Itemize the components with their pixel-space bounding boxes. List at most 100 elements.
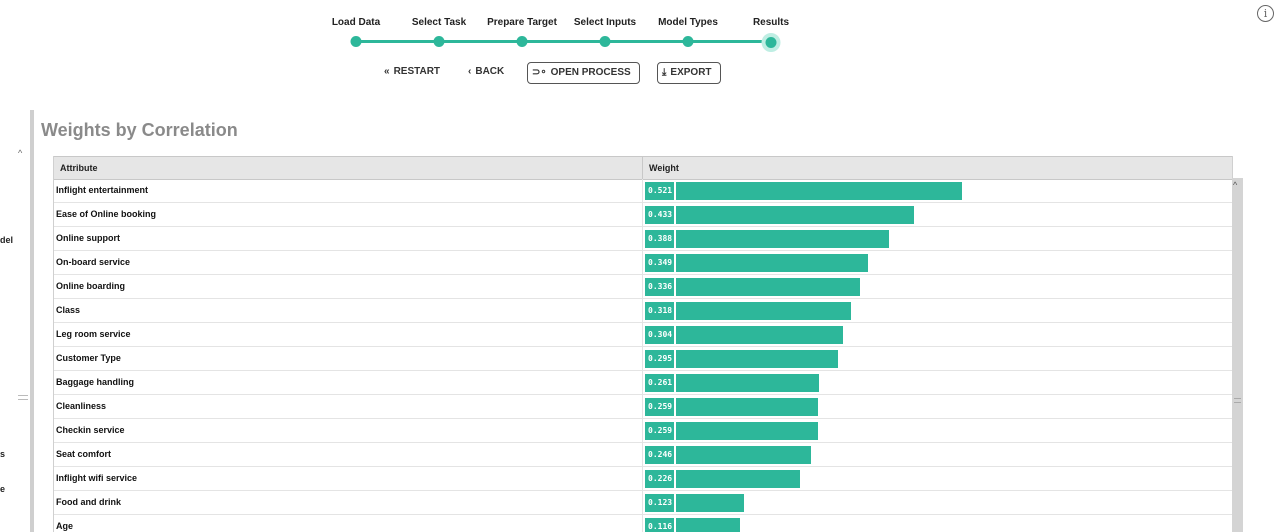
attribute-cell: Online boarding: [56, 281, 125, 291]
weight-value: 0.433: [645, 206, 674, 224]
attribute-cell: Cleanliness: [56, 401, 107, 411]
attribute-cell: Food and drink: [56, 497, 121, 507]
weights-table: Attribute Weight Inflight entertainment 0…: [53, 156, 1233, 532]
table-row[interactable]: Cleanliness 0.259: [54, 395, 1232, 419]
back-button[interactable]: ‹ BACK: [468, 62, 504, 82]
table-row[interactable]: Ease of Online booking 0.433: [54, 203, 1232, 227]
attribute-cell: Class: [56, 305, 81, 315]
attribute-cell: On-board service: [56, 257, 131, 267]
table-row[interactable]: Class 0.318: [54, 299, 1232, 323]
scroll-grip-icon[interactable]: [1234, 398, 1241, 403]
column-divider: [642, 157, 643, 179]
page-title: Weights by Correlation: [41, 120, 238, 140]
restart-button[interactable]: «RESTART: [384, 62, 440, 82]
cell-divider: [642, 419, 643, 442]
weight-value: 0.349: [645, 254, 674, 272]
weight-value: 0.336: [645, 278, 674, 296]
attribute-cell: Seat comfort: [56, 449, 112, 459]
weight-bar-fill: [676, 470, 800, 488]
step-dot-model-types[interactable]: [682, 36, 694, 47]
left-side-pane: ^ del s e: [0, 110, 34, 532]
table-row[interactable]: Online boarding 0.336: [54, 275, 1232, 299]
table-row[interactable]: Checkin service 0.259: [54, 419, 1232, 443]
weight-value: 0.318: [645, 302, 674, 320]
weight-bar-fill: [676, 206, 914, 224]
attribute-cell: Checkin service: [56, 425, 125, 435]
weight-value: 0.259: [645, 398, 674, 416]
weight-bar-fill: [676, 182, 962, 200]
left-pane-text-fragment: e: [0, 484, 6, 494]
step-dot-results-current[interactable]: [761, 33, 781, 52]
step-dot-prepare-target[interactable]: [516, 36, 528, 47]
cell-divider: [642, 275, 643, 298]
cell-divider: [642, 443, 643, 466]
table-row[interactable]: Customer Type 0.295: [54, 347, 1232, 371]
left-pane-scrollbar[interactable]: [30, 110, 34, 532]
cell-divider: [642, 467, 643, 490]
scroll-up-icon[interactable]: ^: [1233, 180, 1237, 190]
cell-divider: [642, 251, 643, 274]
export-label: EXPORT: [670, 67, 712, 78]
attribute-cell: Inflight wifi service: [56, 473, 138, 483]
step-label-model-types[interactable]: Model Types: [658, 17, 718, 28]
weight-value: 0.259: [645, 422, 674, 440]
weight-bar-fill: [676, 374, 819, 392]
weight-bar-fill: [676, 518, 740, 532]
table-row[interactable]: Age 0.116: [54, 515, 1232, 532]
attribute-cell: Ease of Online booking: [56, 209, 157, 219]
table-header: Attribute Weight: [54, 156, 1232, 180]
cell-divider: [642, 299, 643, 322]
table-scrollbar[interactable]: [1232, 178, 1243, 532]
attribute-cell: Inflight entertainment: [56, 185, 148, 195]
open-process-label: OPEN PROCESS: [550, 67, 631, 78]
table-row[interactable]: Leg room service 0.304: [54, 323, 1232, 347]
cell-divider: [642, 203, 643, 226]
cell-divider: [642, 371, 643, 394]
table-row[interactable]: Online support 0.388: [54, 227, 1232, 251]
export-button[interactable]: ⤓ EXPORT: [657, 62, 721, 84]
double-chevron-left-icon: «: [384, 66, 390, 77]
step-label-prepare-target[interactable]: Prepare Target: [487, 17, 557, 28]
step-label-select-inputs[interactable]: Select Inputs: [574, 17, 636, 28]
weight-value: 0.246: [645, 446, 674, 464]
table-row[interactable]: Seat comfort 0.246: [54, 443, 1232, 467]
column-header-weight[interactable]: Weight: [649, 157, 679, 179]
weight-value: 0.123: [645, 494, 674, 512]
attribute-cell: Online support: [56, 233, 120, 243]
table-row[interactable]: On-board service 0.349: [54, 251, 1232, 275]
attribute-cell: Baggage handling: [56, 377, 135, 387]
table-row[interactable]: Baggage handling 0.261: [54, 371, 1232, 395]
step-label-results[interactable]: Results: [753, 17, 789, 28]
step-label-load-data[interactable]: Load Data: [332, 17, 380, 28]
attribute-cell: Leg room service: [56, 329, 131, 339]
left-scroll-up-icon[interactable]: ^: [18, 148, 22, 158]
cell-divider: [642, 395, 643, 418]
weight-value: 0.261: [645, 374, 674, 392]
weight-bar-fill: [676, 278, 860, 296]
cell-divider: [642, 179, 643, 202]
left-scroll-grip-icon[interactable]: [18, 395, 28, 400]
step-label-select-task[interactable]: Select Task: [412, 17, 466, 28]
left-pane-text-fragment: del: [0, 235, 14, 245]
step-dot-load-data[interactable]: [350, 36, 362, 47]
back-label: BACK: [475, 66, 505, 77]
left-pane-text-fragment: s: [0, 449, 6, 459]
cell-divider: [642, 323, 643, 346]
weight-value: 0.388: [645, 230, 674, 248]
weight-bar-fill: [676, 230, 889, 248]
cell-divider: [642, 491, 643, 514]
cell-divider: [642, 515, 643, 532]
weight-bar-fill: [676, 350, 838, 368]
weight-bar-fill: [676, 302, 851, 320]
step-dot-select-inputs[interactable]: [599, 36, 611, 47]
step-dot-select-task[interactable]: [433, 36, 445, 47]
info-icon[interactable]: i: [1257, 5, 1274, 22]
table-row[interactable]: Inflight entertainment 0.521: [54, 179, 1232, 203]
table-row[interactable]: Food and drink 0.123: [54, 491, 1232, 515]
open-process-button[interactable]: ⊃∘ OPEN PROCESS: [527, 62, 640, 84]
table-row[interactable]: Inflight wifi service 0.226: [54, 467, 1232, 491]
column-header-attribute[interactable]: Attribute: [60, 157, 98, 179]
weight-bar-fill: [676, 494, 744, 512]
cell-divider: [642, 227, 643, 250]
weight-bar-fill: [676, 398, 818, 416]
